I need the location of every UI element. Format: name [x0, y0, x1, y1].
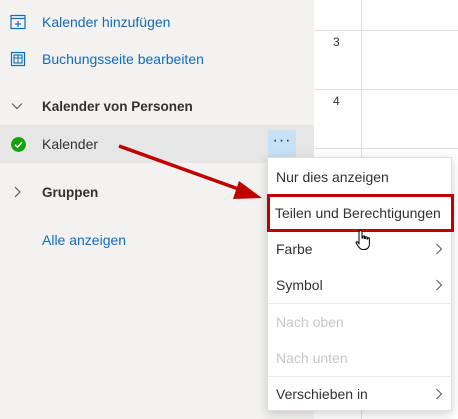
- menu-item-label: Symbol: [276, 277, 323, 293]
- show-all-link[interactable]: Alle anzeigen: [42, 232, 126, 248]
- menu-item-label: Nach unten: [276, 350, 348, 366]
- menu-item-label: Teilen und Berechtigungen: [275, 205, 441, 221]
- chevron-right-icon: [14, 186, 21, 198]
- calendar-item-label: Kalender: [42, 136, 99, 152]
- menu-item-label: Farbe: [276, 241, 313, 257]
- people-calendars-label: Kalender von Personen: [42, 98, 193, 114]
- menu-item-move-down: Nach unten: [268, 340, 453, 376]
- chevron-down-icon: [11, 103, 23, 110]
- menu-item-share-permissions[interactable]: Teilen und Berechtigungen: [267, 194, 454, 232]
- menu-item-show-only-this[interactable]: Nur dies anzeigen: [268, 159, 453, 195]
- menu-item-label: Verschieben in: [276, 386, 368, 402]
- chevron-right-icon: [436, 279, 443, 291]
- people-calendars-header[interactable]: Kalender von Personen: [0, 91, 314, 121]
- menu-item-move-to[interactable]: Verschieben in: [268, 376, 453, 412]
- add-calendar-label: Kalender hinzufügen: [42, 14, 171, 30]
- chevron-right-icon: [436, 388, 443, 400]
- calendar-context-menu: Nur dies anzeigen Teilen und Berechtigun…: [267, 157, 454, 412]
- grid-divider: [314, 148, 458, 149]
- day-number[interactable]: 4: [333, 94, 340, 108]
- add-calendar-link[interactable]: Kalender hinzufügen: [0, 7, 314, 37]
- booking-page-icon: [10, 51, 26, 67]
- booking-page-label: Buchungsseite bearbeiten: [42, 51, 204, 67]
- calendar-add-icon: [10, 14, 26, 30]
- chevron-right-icon: [436, 243, 443, 255]
- more-horizontal-icon: ···: [272, 132, 292, 149]
- edit-booking-page-link[interactable]: Buchungsseite bearbeiten: [0, 44, 314, 74]
- more-options-button[interactable]: ···: [268, 130, 296, 158]
- day-number[interactable]: 3: [333, 35, 340, 49]
- checkmark-circle-icon[interactable]: [11, 137, 26, 152]
- groups-label: Gruppen: [42, 184, 99, 200]
- menu-item-label: Nur dies anzeigen: [276, 169, 389, 185]
- grid-divider: [314, 30, 458, 31]
- grid-divider: [314, 89, 458, 90]
- menu-item-move-up: Nach oben: [268, 304, 453, 340]
- menu-item-symbol[interactable]: Symbol: [268, 267, 453, 303]
- menu-item-label: Nach oben: [276, 314, 344, 330]
- hand-pointer-icon: [355, 229, 370, 250]
